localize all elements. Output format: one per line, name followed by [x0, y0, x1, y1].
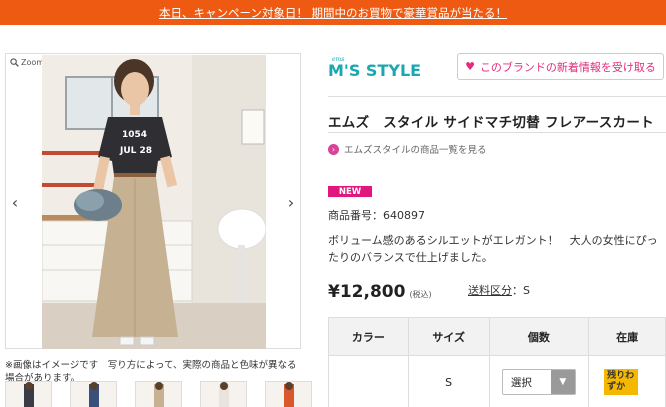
tax-note: (税込) [409, 290, 432, 299]
campaign-link[interactable]: 本日、キャンペーン対象日！ 期間中のお買物で豪華賞品が当たる！ [159, 5, 507, 21]
table-header: カラー サイズ 個数 在庫 [329, 318, 666, 356]
follow-brand-label: このブランドの新着情報を受け取る [479, 60, 656, 74]
table-row: S 選択 ▼ 残りわずか [329, 356, 666, 407]
divider [328, 132, 666, 133]
cell-stock: 残りわずか [589, 356, 666, 407]
prev-image-button[interactable]: ‹ [8, 194, 22, 212]
header-size: サイズ [409, 318, 490, 355]
cell-quantity: 選択 ▼ [490, 356, 590, 407]
thumbnail[interactable] [5, 381, 52, 407]
cell-size: S [409, 356, 490, 407]
thumbnail[interactable] [70, 381, 117, 407]
brand-list-label: エムズスタイルの商品一覧を見る [344, 145, 487, 156]
cell-color [329, 356, 409, 407]
product-title: エムズ スタイル サイドマチ切替 フレアースカート [328, 115, 654, 131]
header-quantity: 個数 [490, 318, 590, 355]
shipping-class: 送料区分：S [468, 282, 530, 298]
quantity-select-value: 選択 [510, 376, 532, 389]
magnifier-icon [10, 58, 19, 67]
header-stock: 在庫 [589, 318, 666, 355]
product-photo: 1054 JUL 28 [42, 55, 266, 349]
shipping-class-link[interactable]: 送料区分 [468, 284, 512, 297]
thumbnail[interactable] [135, 381, 182, 407]
quantity-select[interactable]: 選択 ▼ [501, 369, 576, 395]
low-stock-badge: 残りわずか [604, 369, 639, 395]
thumbnail[interactable] [200, 381, 247, 407]
brand-logo[interactable]: ems M'S STYLE [328, 55, 443, 80]
next-image-button[interactable]: › [284, 194, 298, 212]
svg-text:JUL 28: JUL 28 [119, 146, 152, 156]
chevron-right-icon: › [328, 143, 339, 155]
divider [328, 96, 666, 97]
price: ¥12,800 (税込) [328, 282, 432, 302]
product-image-viewer[interactable]: Zoom ‹ › 1054 JUL 28 [5, 53, 301, 349]
product-code: 商品番号：640897 [328, 209, 425, 222]
follow-brand-button[interactable]: ♥ このブランドの新着情報を受け取る [457, 53, 664, 80]
product-description: ボリューム感のあるシルエットがエレガント！ 大人の女性にぴったりのバランスで仕上… [328, 234, 658, 264]
zoom-label: Zoom [21, 58, 45, 67]
brand-list-link[interactable]: › エムズスタイルの商品一覧を見る [328, 142, 487, 156]
svg-text:1054: 1054 [122, 130, 147, 140]
header-color: カラー [329, 318, 409, 355]
campaign-banner: 本日、キャンペーン対象日！ 期間中のお買物で豪華賞品が当たる！ [0, 0, 666, 25]
zoom-control[interactable]: Zoom [10, 58, 44, 67]
thumbnail-strip [5, 381, 312, 407]
variant-table: カラー サイズ 個数 在庫 S 選択 ▼ 残りわずか [328, 317, 666, 407]
heart-icon: ♥ [465, 60, 475, 73]
thumbnail[interactable] [265, 381, 312, 407]
price-amount: ¥12,800 [328, 282, 406, 302]
new-badge: NEW [328, 186, 372, 197]
chevron-down-icon: ▼ [550, 370, 575, 394]
svg-text:M'S STYLE: M'S STYLE [328, 61, 421, 79]
shipping-class-value: ：S [512, 284, 530, 297]
